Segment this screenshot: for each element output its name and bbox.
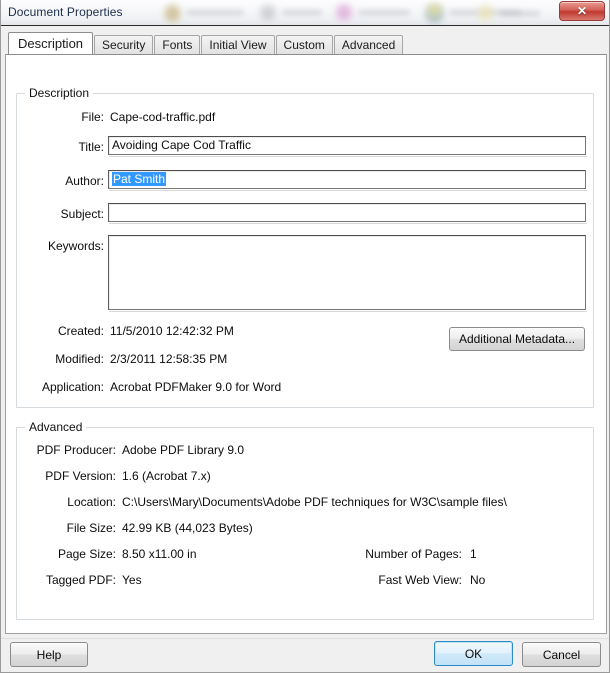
created-label: Created: (24, 324, 104, 338)
document-properties-dialog: Document Properties ✕ Description Securi… (0, 0, 610, 673)
file-label: File: (24, 110, 104, 124)
tab-fonts[interactable]: Fonts (154, 35, 200, 54)
window-title: Document Properties (8, 5, 123, 19)
subject-label: Subject: (24, 207, 104, 221)
blurred-toolbar-label (186, 10, 244, 15)
blurred-toolbar-icon (164, 4, 181, 23)
author-input[interactable]: Pat Smith (108, 170, 586, 189)
keywords-label: Keywords: (24, 239, 104, 253)
tagged-pdf-label: Tagged PDF: (20, 573, 116, 587)
cancel-button[interactable]: Cancel (522, 642, 601, 667)
fast-web-view-value: No (470, 573, 485, 587)
close-icon[interactable]: ✕ (559, 1, 605, 21)
blurred-toolbar-label (500, 11, 540, 16)
page-size-value: 8.50 x11.00 in (122, 547, 197, 561)
tab-strip: Description Security Fonts Initial View … (9, 33, 404, 54)
created-value: 11/5/2010 12:42:32 PM (110, 324, 234, 338)
tab-advanced[interactable]: Advanced (334, 35, 403, 54)
fast-web-view-label: Fast Web View: (326, 573, 462, 587)
title-input[interactable]: Avoiding Cape Cod Traffic (108, 136, 586, 155)
title-bar: Document Properties ✕ (1, 0, 609, 26)
number-of-pages-label: Number of Pages: (326, 547, 462, 561)
pdf-producer-label: PDF Producer: (20, 443, 116, 457)
pdf-version-label: PDF Version: (20, 469, 116, 483)
pdf-producer-value: Adobe PDF Library 9.0 (122, 443, 244, 457)
author-label: Author: (24, 174, 104, 188)
modified-value: 2/3/2011 12:58:35 PM (110, 352, 227, 366)
help-button[interactable]: Help (10, 642, 88, 667)
number-of-pages-value: 1 (470, 547, 477, 561)
blurred-toolbar-icon (259, 4, 277, 22)
tab-page-description: Description File: Cape-cod-traffic.pdf T… (5, 54, 607, 634)
tagged-pdf-value: Yes (122, 573, 142, 587)
tab-custom[interactable]: Custom (276, 35, 333, 54)
title-input-shadow (109, 156, 587, 157)
author-input-shadow (109, 190, 587, 191)
title-label: Title: (24, 140, 104, 154)
location-value: C:\Users\Mary\Documents\Adobe PDF techni… (122, 495, 507, 509)
keywords-input-shadow (109, 311, 587, 312)
application-label: Application: (12, 380, 104, 394)
ok-button[interactable]: OK (434, 641, 513, 666)
subject-input[interactable] (108, 203, 586, 222)
keywords-input[interactable] (108, 235, 586, 310)
blurred-toolbar-icon (335, 3, 353, 22)
blurred-toolbar-icon (425, 3, 444, 23)
close-glyph: ✕ (560, 4, 604, 19)
dialog-body: Description Security Fonts Initial View … (1, 26, 609, 672)
blurred-toolbar-icon (477, 4, 494, 22)
tab-description[interactable]: Description (8, 32, 93, 54)
author-selected-text: Pat Smith (112, 172, 166, 186)
advanced-group-title: Advanced (25, 420, 86, 434)
file-value: Cape-cod-traffic.pdf (110, 110, 215, 124)
subject-input-shadow (109, 223, 587, 224)
blurred-toolbar-label (282, 10, 322, 15)
tab-security[interactable]: Security (94, 35, 153, 54)
blurred-toolbar-label (358, 10, 410, 15)
description-group-title: Description (25, 86, 93, 100)
page-size-label: Page Size: (20, 547, 116, 561)
file-size-label: File Size: (20, 521, 116, 535)
pdf-version-value: 1.6 (Acrobat 7.x) (122, 469, 211, 483)
modified-label: Modified: (24, 352, 104, 366)
file-size-value: 42.99 KB (44,023 Bytes) (122, 521, 253, 535)
location-label: Location: (20, 495, 116, 509)
application-value: Acrobat PDFMaker 9.0 for Word (110, 380, 281, 394)
additional-metadata-button[interactable]: Additional Metadata... (449, 327, 585, 351)
tab-initial-view[interactable]: Initial View (201, 35, 274, 54)
footer-separator (1, 638, 610, 639)
